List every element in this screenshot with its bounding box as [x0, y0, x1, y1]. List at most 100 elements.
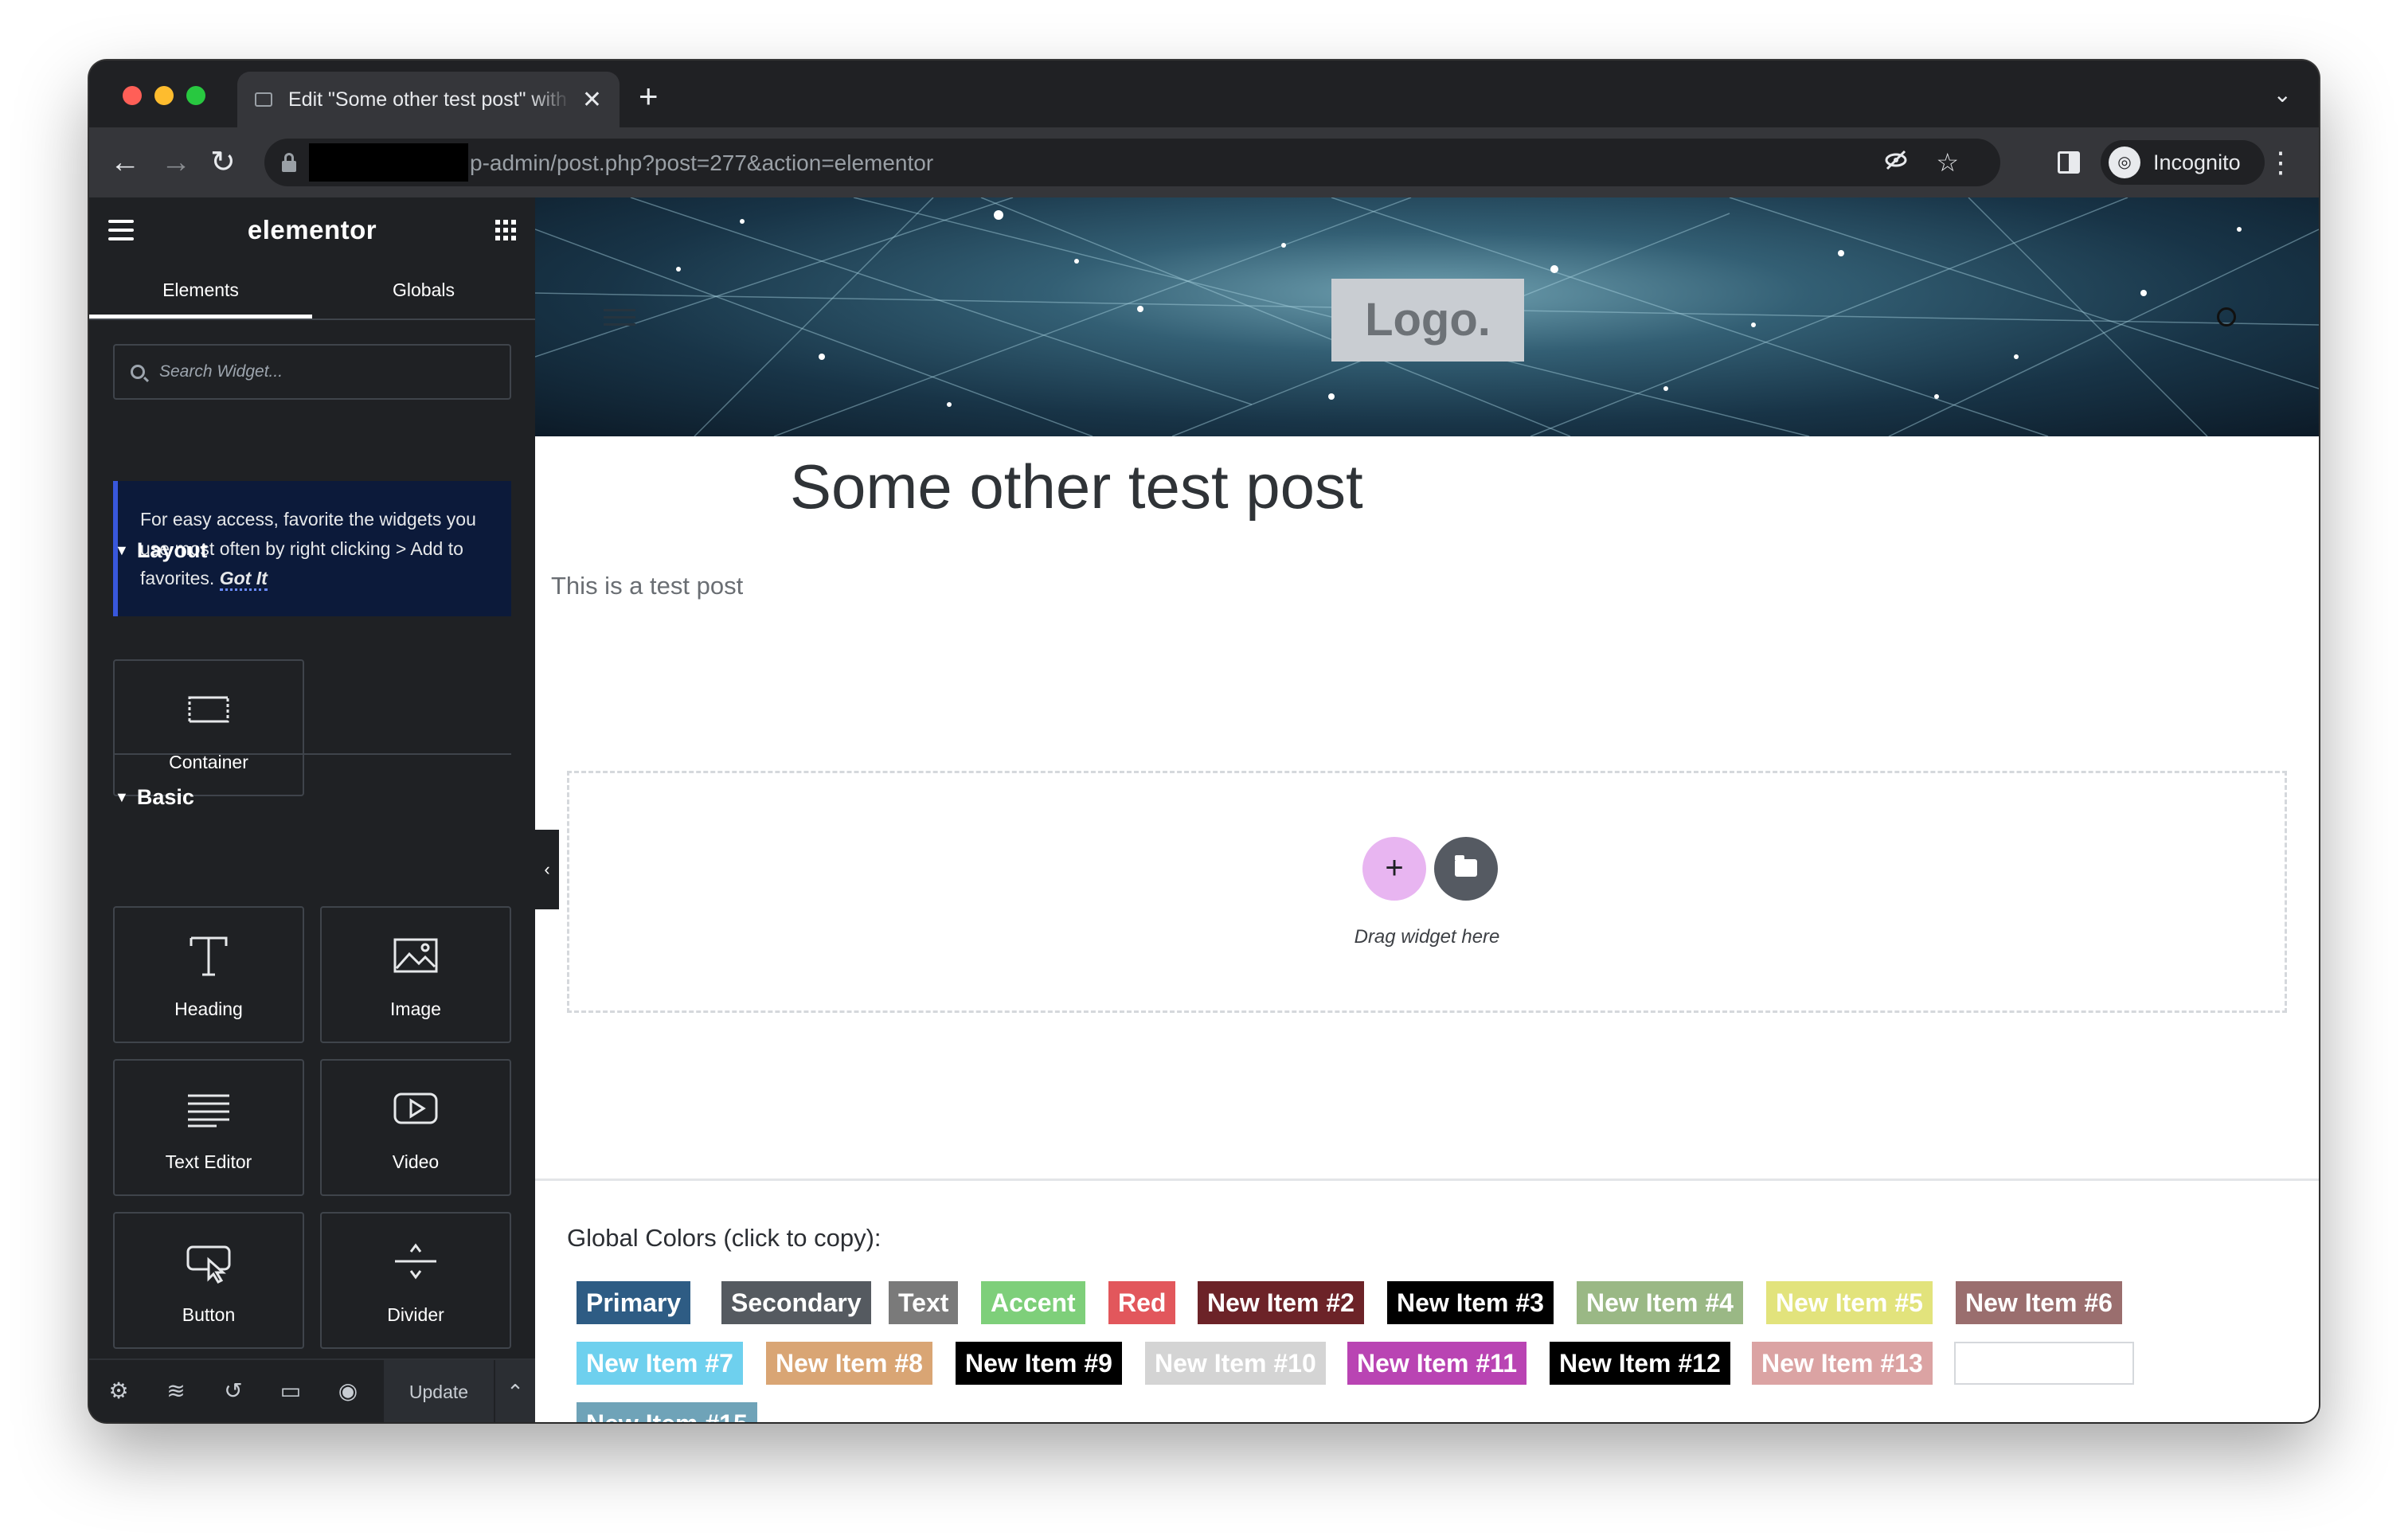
color-swatch[interactable]: Text: [889, 1281, 959, 1324]
incognito-icon: ◎: [2109, 147, 2140, 178]
color-swatch[interactable]: New Item #3: [1387, 1281, 1554, 1324]
heading-icon: [190, 936, 228, 976]
widget-label: Heading: [174, 999, 243, 1019]
panel-header: elementor: [89, 197, 535, 263]
bookmark-star-icon[interactable]: ☆: [1936, 148, 1959, 177]
back-arrow-icon[interactable]: ←: [110, 142, 140, 183]
address-bar[interactable]: p-admin/post.php?post=277&action=element…: [264, 139, 2000, 186]
widget-drop-zone[interactable]: + Drag widget here: [567, 771, 2287, 1013]
add-section-button[interactable]: +: [1362, 837, 1426, 901]
lock-icon[interactable]: [282, 153, 296, 172]
global-colors-title: Global Colors (click to copy):: [567, 1224, 882, 1252]
url-text[interactable]: p-admin/post.php?post=277&action=element…: [470, 150, 933, 176]
tab-search-chevron-icon[interactable]: ⌄: [2273, 81, 2292, 107]
widget-button[interactable]: Button: [113, 1212, 304, 1349]
add-template-button[interactable]: [1434, 837, 1498, 901]
divider-icon: [395, 1243, 436, 1280]
collapse-panel-handle[interactable]: ‹: [535, 830, 559, 909]
widget-label: Divider: [387, 1304, 444, 1325]
color-swatch[interactable]: New Item #9: [956, 1342, 1122, 1385]
responsive-mode-icon[interactable]: ▭: [277, 1378, 304, 1405]
preview-eye-icon[interactable]: ◉: [334, 1378, 362, 1405]
search-icon: [131, 365, 145, 379]
widget-label: Video: [392, 1151, 440, 1172]
tab-strip: Edit "Some other test post" with Element…: [89, 61, 2319, 127]
maximize-window-button[interactable]: [186, 86, 205, 105]
widget-divider[interactable]: Divider: [320, 1212, 511, 1349]
caret-down-icon: ▼: [115, 542, 129, 558]
elementor-logo: elementor: [247, 215, 377, 244]
color-swatch[interactable]: New Item #13: [1752, 1342, 1933, 1385]
browser-menu-icon[interactable]: ⋮: [2266, 142, 2295, 183]
color-swatch[interactable]: New Item #6: [1956, 1281, 2122, 1324]
section-layout-label: Layout: [136, 538, 208, 562]
image-icon: [393, 938, 438, 973]
tab-title: Edit "Some other test post" with Element…: [288, 88, 571, 111]
widget-container[interactable]: Container: [113, 659, 304, 796]
post-title[interactable]: Some other test post: [790, 451, 1363, 523]
color-swatch[interactable]: New Item #4: [1577, 1281, 1743, 1324]
post-content[interactable]: This is a test post: [551, 572, 743, 600]
widget-label: Container: [169, 752, 248, 772]
folder-icon: [1455, 855, 1477, 877]
color-swatch[interactable]: New Item #5: [1766, 1281, 1933, 1324]
widget-search[interactable]: [113, 344, 511, 400]
color-swatch[interactable]: Primary: [577, 1281, 691, 1324]
color-swatch[interactable]: [1954, 1342, 2134, 1385]
color-swatch[interactable]: Accent: [981, 1281, 1085, 1324]
button-cursor-icon: [186, 1245, 231, 1284]
widget-image[interactable]: Image: [320, 906, 511, 1043]
widgets-grid-icon[interactable]: [495, 220, 516, 240]
navigator-layers-icon[interactable]: ≋: [162, 1378, 190, 1405]
browser-toolbar: ← → ↻ p-admin/post.php?post=277&action=e…: [89, 127, 2319, 197]
color-swatch[interactable]: New Item #10: [1145, 1342, 1326, 1385]
color-swatch[interactable]: New Item #8: [766, 1342, 932, 1385]
video-play-icon: [393, 1092, 438, 1124]
update-button[interactable]: Update: [384, 1360, 494, 1422]
widget-text-editor[interactable]: Text Editor: [113, 1059, 304, 1196]
container-icon: [188, 696, 229, 723]
tab-elements[interactable]: Elements: [89, 263, 312, 319]
drop-zone-label: Drag widget here: [1354, 926, 1500, 948]
profile-label: Incognito: [2153, 150, 2241, 174]
forward-arrow-icon[interactable]: →: [161, 142, 191, 183]
color-swatch[interactable]: New Item #15: [577, 1402, 757, 1422]
redacted-url-segment: [309, 143, 468, 182]
history-icon[interactable]: ↺: [220, 1378, 247, 1405]
color-swatch[interactable]: New Item #12: [1550, 1342, 1730, 1385]
widget-label: Text Editor: [165, 1151, 252, 1172]
close-tab-icon[interactable]: ✕: [582, 86, 602, 114]
site-search-icon[interactable]: [2217, 307, 2236, 326]
minimize-window-button[interactable]: [154, 86, 174, 105]
color-swatch[interactable]: New Item #7: [577, 1342, 743, 1385]
section-layout-toggle[interactable]: ▼ Layout: [115, 538, 207, 563]
tab-globals[interactable]: Globals: [312, 263, 535, 319]
browser-tab-active[interactable]: Edit "Some other test post" with Element…: [237, 72, 620, 127]
settings-gear-icon[interactable]: ⚙: [105, 1378, 132, 1405]
section-basic-toggle[interactable]: ▼ Basic: [115, 785, 194, 810]
search-widget-input[interactable]: [159, 346, 494, 398]
color-swatch[interactable]: New Item #2: [1198, 1281, 1364, 1324]
close-window-button[interactable]: [123, 86, 142, 105]
got-it-link[interactable]: Got It: [219, 568, 268, 591]
side-panel-icon[interactable]: [2058, 151, 2080, 174]
eye-off-icon[interactable]: [1884, 148, 1908, 178]
profile-button[interactable]: ◎ Incognito: [2101, 140, 2265, 185]
site-logo[interactable]: Logo.: [1331, 279, 1524, 362]
reload-icon[interactable]: ↻: [210, 142, 236, 183]
text-editor-icon: [188, 1094, 229, 1128]
site-menu-icon[interactable]: [604, 309, 635, 326]
elementor-panel: elementor Elements Globals For easy acce…: [89, 197, 535, 1422]
widget-video[interactable]: Video: [320, 1059, 511, 1196]
global-colors-panel: Global Colors (click to copy): × Primary…: [535, 1178, 2319, 1422]
new-tab-button[interactable]: +: [639, 80, 659, 113]
page-favicon-icon: [255, 92, 272, 107]
editor-canvas: Logo. Some other test post This is a tes…: [535, 197, 2319, 1422]
color-swatch[interactable]: Red: [1108, 1281, 1176, 1324]
header-hero-image: Logo.: [535, 197, 2319, 436]
chevron-up-icon[interactable]: ⌃: [494, 1360, 535, 1422]
widget-label: Image: [390, 999, 441, 1019]
widget-heading[interactable]: Heading: [113, 906, 304, 1043]
color-swatch[interactable]: New Item #11: [1347, 1342, 1526, 1385]
color-swatch[interactable]: Secondary: [721, 1281, 871, 1324]
